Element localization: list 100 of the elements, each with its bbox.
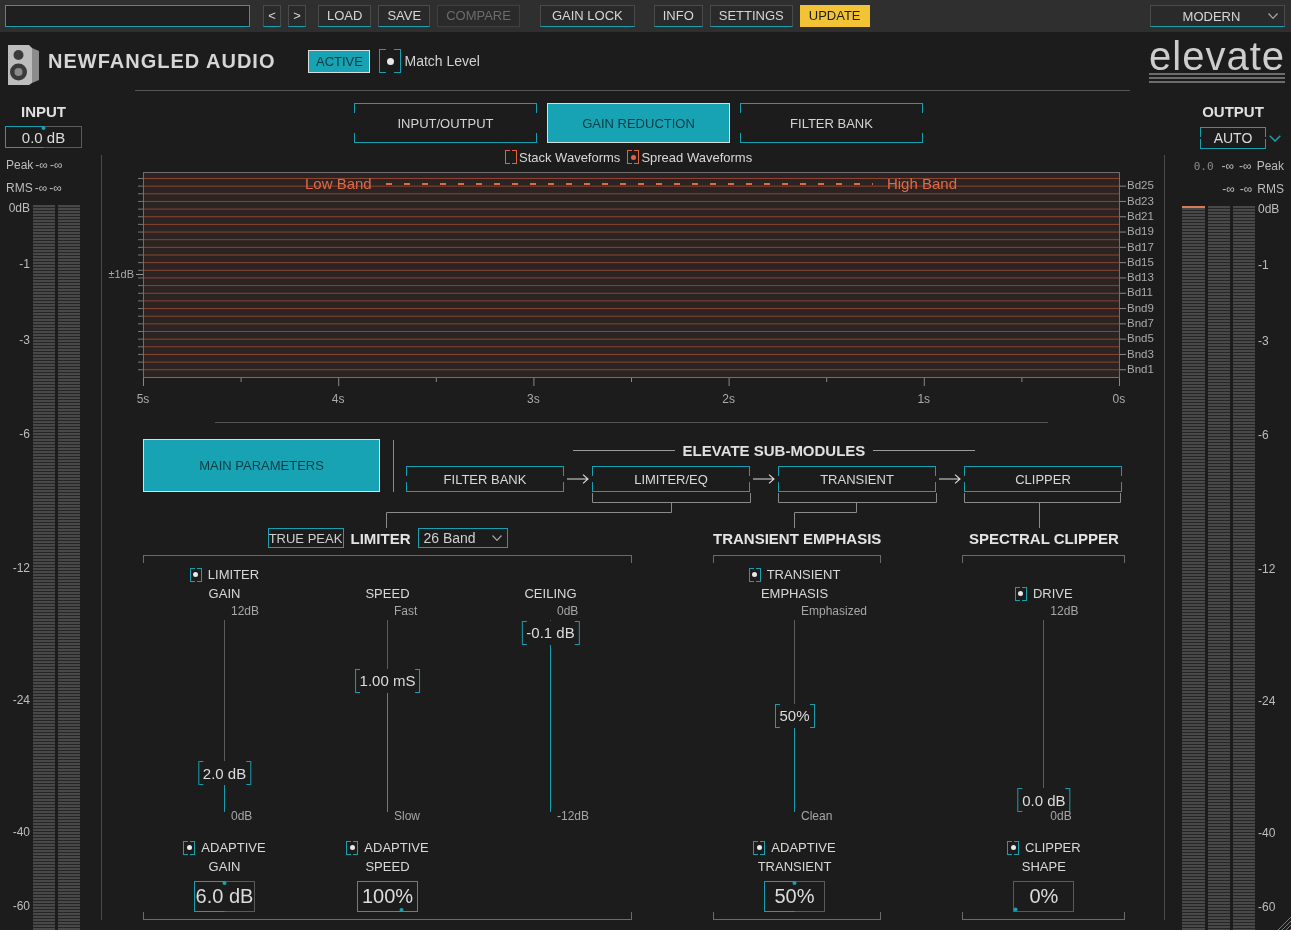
parameter-toggle[interactable]: ADAPTIVE: [346, 838, 429, 857]
band-label: Bnd9: [1126, 300, 1154, 316]
meter-scale-label: -24: [1258, 694, 1276, 708]
band-label: Bd11: [1126, 285, 1153, 301]
meter-row-label: Peak: [6, 158, 34, 172]
time-axis-label: 5s: [136, 392, 150, 406]
product-logo-text: elevate: [1149, 39, 1285, 73]
meter-title: INPUT: [20, 104, 67, 120]
resize-handle-icon[interactable]: [1277, 916, 1291, 930]
scale-label: 0dB: [557, 603, 579, 619]
meter-reading: -∞: [1221, 159, 1235, 173]
output-mode-dropdown[interactable]: AUTO: [1200, 127, 1266, 149]
view-tab[interactable]: FILTER BANK: [740, 103, 923, 143]
sub-modules-title: ELEVATE SUB-MODULES: [682, 441, 866, 459]
parameter-toggle[interactable]: TRANSIENT: [748, 565, 841, 584]
toolbar-button[interactable]: >: [288, 5, 306, 27]
scale-label: 12dB: [1050, 603, 1079, 619]
band-label: Bnd5: [1126, 331, 1154, 347]
value-field[interactable]: 50%: [764, 881, 825, 912]
slider-value-box[interactable]: 0.0 dB: [1017, 788, 1071, 812]
parameter-label: SPEED: [365, 585, 410, 603]
band-label: Bd23: [1126, 193, 1154, 209]
logo-lines-icon: [1149, 73, 1285, 83]
parameter-toggle[interactable]: ADAPTIVE: [183, 838, 266, 857]
view-tab[interactable]: INPUT/OUTPUT: [354, 103, 537, 143]
parameter-label: GAIN: [208, 858, 241, 876]
match-level-toggle[interactable]: Match Level: [379, 49, 480, 73]
time-axis-label: 1s: [917, 392, 931, 406]
waveform-option[interactable]: Spread Waveforms: [627, 149, 753, 165]
module-button[interactable]: CLIPPER: [964, 466, 1122, 492]
module-button[interactable]: TRANSIENT: [778, 466, 936, 492]
preset-name-field[interactable]: [5, 5, 250, 27]
main-parameters-button[interactable]: MAIN PARAMETERS: [143, 439, 380, 492]
band-label: Bnd7: [1126, 316, 1154, 331]
view-mode-dropdown[interactable]: MODERN: [1150, 5, 1285, 27]
slider-value-box[interactable]: 50%: [774, 703, 815, 728]
time-axis-label: 2s: [722, 392, 735, 406]
active-button[interactable]: ACTIVE: [308, 49, 371, 73]
band-edge-label: High Band: [886, 175, 957, 192]
meter-scale-label: -60: [12, 899, 30, 913]
value-field[interactable]: 0%: [1013, 881, 1075, 912]
meter-row-label: RMS: [1257, 182, 1284, 196]
module-button[interactable]: FILTER BANK: [406, 466, 564, 492]
parameter-label: SHAPE: [1021, 858, 1066, 876]
slider-value-box[interactable]: 2.0 dB: [197, 761, 252, 786]
slider-value-box[interactable]: -0.1 dB: [521, 620, 580, 645]
axis-label: ±1dB: [108, 268, 134, 280]
meter-title: OUTPUT: [1201, 104, 1265, 120]
slider-track[interactable]: 1.00 mS: [353, 620, 422, 812]
slider-value-box[interactable]: 1.00 mS: [354, 668, 421, 693]
scale-label: 12dB: [231, 603, 260, 619]
band-label: Bd21: [1126, 208, 1154, 224]
toolbar-button[interactable]: INFO: [653, 5, 703, 27]
parameter-toggle[interactable]: ADAPTIVE: [753, 838, 836, 857]
meter-scale-label: -1: [19, 257, 30, 271]
parameter-toggle[interactable]: DRIVE: [1015, 584, 1073, 603]
meter-reading: -∞: [35, 158, 48, 172]
module-button[interactable]: LIMITER/EQ: [592, 466, 750, 492]
band-mode-dropdown[interactable]: 26 Band: [417, 528, 508, 548]
band-label: Bd17: [1126, 239, 1154, 255]
toolbar-button[interactable]: UPDATE: [799, 5, 870, 27]
toolbar-button[interactable]: <: [263, 5, 281, 27]
meter-reading: -∞: [34, 181, 48, 195]
arrow-right-icon: [939, 474, 961, 484]
value-field[interactable]: 6.0 dB: [194, 881, 255, 912]
value-field[interactable]: 0.0 dB: [5, 126, 82, 148]
meter-scale-label: -24: [12, 693, 30, 707]
meter-scale-label: 0dB: [8, 201, 30, 215]
parameter-toggle[interactable]: LIMITER: [189, 565, 260, 584]
parameter-label: EMPHASIS: [760, 585, 829, 603]
scale-label: Fast: [394, 603, 418, 619]
speaker-logo-icon: [5, 42, 40, 86]
parameter-toggle[interactable]: CLIPPER: [1007, 838, 1081, 857]
meter-scale-label: -1: [1258, 258, 1269, 272]
toolbar-button[interactable]: LOAD: [318, 5, 372, 27]
chevron-down-icon: [1268, 13, 1278, 19]
meter-scale-label: -3: [19, 333, 30, 347]
toolbar-button[interactable]: GAIN LOCK: [539, 5, 635, 27]
waveform-option[interactable]: Stack Waveforms: [505, 149, 621, 165]
band-label: Bd19: [1126, 224, 1154, 240]
arrow-right-icon: [753, 474, 775, 484]
meter-reading: -∞: [1239, 182, 1253, 196]
band-label: Bd15: [1126, 254, 1154, 270]
toolbar-button[interactable]: SETTINGS: [709, 5, 793, 27]
meter-reading: -∞: [49, 158, 63, 172]
meter-scale-label: -60: [1258, 900, 1276, 914]
scale-label: Emphasized: [801, 603, 868, 619]
parameter-label: CEILING: [524, 585, 577, 603]
true-peak-button[interactable]: TRUE PEAK: [267, 528, 344, 548]
parameter-label: SPEED: [365, 858, 410, 876]
toolbar-button[interactable]: SAVE: [378, 5, 431, 27]
parameter-label: GAIN: [208, 585, 241, 603]
meter-reading: -∞: [49, 181, 62, 195]
arrow-right-icon: [567, 474, 589, 484]
brand-name: NEWFANGLED AUDIO: [48, 49, 276, 73]
meter-scale-label: -40: [12, 825, 30, 839]
view-tab[interactable]: GAIN REDUCTION: [547, 103, 730, 143]
meter-row-label: RMS: [6, 181, 33, 195]
value-field[interactable]: 100%: [357, 881, 418, 912]
chevron-down-icon[interactable]: [1269, 134, 1281, 142]
